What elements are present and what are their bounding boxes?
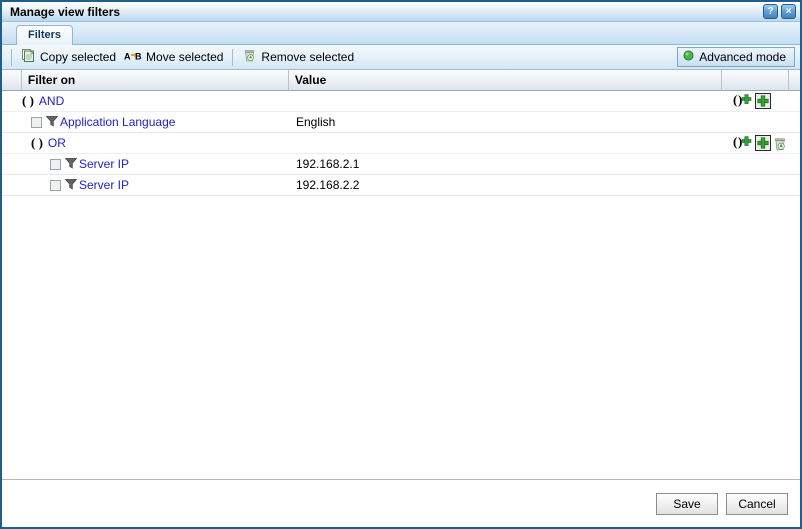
delete-group-icon[interactable] — [772, 136, 788, 152]
copy-selected-button[interactable]: Copy selected — [19, 47, 122, 68]
table-row[interactable]: Server IP 192.168.2.1 — [2, 154, 800, 175]
row-value: English — [296, 115, 336, 129]
tab-strip: Filters — [2, 22, 800, 45]
toolbar-separator-2 — [232, 48, 234, 66]
funnel-filter-icon — [64, 177, 78, 194]
close-icon[interactable]: × — [781, 4, 796, 19]
grid-header-value[interactable]: Value — [289, 70, 723, 91]
filters-grid: Filter on Value ( ) AND ( ) Application … — [2, 70, 800, 480]
row-filter-on: ( ) AND — [22, 91, 290, 112]
group-operator-and[interactable]: AND — [39, 94, 64, 108]
remove-selected-button[interactable]: Remove selected — [240, 47, 360, 68]
funnel-filter-icon — [64, 156, 78, 173]
table-row[interactable]: Server IP 192.168.2.2 — [2, 175, 800, 196]
tab-filters-label: Filters — [28, 29, 62, 41]
row-filter-on: Application Language — [22, 112, 290, 133]
grid-header-actions — [722, 70, 790, 91]
move-a-to-b-icon: A B — [124, 50, 142, 65]
row-actions: ( ) — [731, 134, 800, 152]
tab-filters[interactable]: Filters — [16, 25, 74, 45]
dialog-titlebar: Manage view filters ? × — [2, 2, 800, 22]
row-checkbox[interactable] — [50, 179, 61, 191]
filter-field-link[interactable]: Server IP — [79, 178, 129, 192]
svg-text:(: ( — [733, 134, 737, 149]
titlebar-buttons: ? × — [763, 4, 796, 19]
funnel-filter-icon — [45, 114, 59, 131]
filter-field-link[interactable]: Server IP — [79, 157, 129, 171]
svg-text:B: B — [135, 51, 142, 61]
group-paren: ( ) — [31, 135, 43, 150]
add-group-icon[interactable]: ( ) — [733, 134, 753, 152]
green-bullet-icon — [683, 50, 694, 64]
filter-field-link[interactable]: Application Language — [60, 115, 175, 129]
row-value: 192.168.2.1 — [296, 157, 360, 171]
svg-text:): ) — [738, 92, 742, 107]
row-checkbox[interactable] — [31, 116, 42, 128]
copy-document-icon — [21, 48, 36, 66]
remove-selected-label: Remove selected — [261, 50, 355, 64]
grid-header-filter-on[interactable]: Filter on — [22, 70, 289, 91]
grid-header-spacer — [789, 70, 800, 91]
filters-toolbar: Copy selected A B Move selected Remove s… — [2, 45, 800, 70]
cancel-button[interactable]: Cancel — [726, 492, 788, 515]
move-selected-label: Move selected — [146, 50, 224, 64]
grid-header-gutter — [2, 70, 22, 91]
row-filter-on: Server IP — [22, 175, 290, 196]
help-icon[interactable]: ? — [763, 4, 778, 19]
toolbar-separator — [11, 48, 12, 66]
manage-view-filters-dialog: Manage view filters ? × Filters Copy sel… — [0, 0, 802, 529]
dialog-footer: Save Cancel — [2, 480, 800, 527]
row-actions: ( ) — [731, 92, 800, 110]
move-selected-button[interactable]: A B Move selected — [122, 47, 229, 68]
svg-text:A: A — [124, 51, 131, 61]
advanced-mode-label: Advanced mode — [699, 50, 786, 64]
table-row[interactable]: ( ) AND ( ) — [2, 91, 800, 112]
row-checkbox[interactable] — [50, 158, 61, 170]
table-row[interactable]: ( ) OR ( ) — [2, 133, 800, 154]
svg-text:): ) — [738, 134, 742, 149]
copy-selected-label: Copy selected — [40, 50, 117, 64]
group-operator-or[interactable]: OR — [48, 136, 66, 150]
add-filter-icon[interactable] — [755, 93, 771, 109]
save-button[interactable]: Save — [656, 492, 718, 515]
row-value: 192.168.2.2 — [296, 178, 360, 192]
svg-text:(: ( — [733, 92, 737, 107]
add-group-icon[interactable]: ( ) — [733, 92, 753, 110]
row-filter-on: Server IP — [22, 154, 290, 175]
group-paren: ( ) — [22, 93, 34, 108]
trash-icon — [242, 48, 257, 66]
row-filter-on: ( ) OR — [22, 133, 290, 154]
dialog-title: Manage view filters — [10, 4, 121, 19]
table-row[interactable]: Application Language English — [2, 112, 800, 133]
add-filter-icon[interactable] — [755, 135, 771, 151]
advanced-mode-button[interactable]: Advanced mode — [677, 47, 795, 67]
grid-header-row: Filter on Value — [2, 70, 800, 91]
